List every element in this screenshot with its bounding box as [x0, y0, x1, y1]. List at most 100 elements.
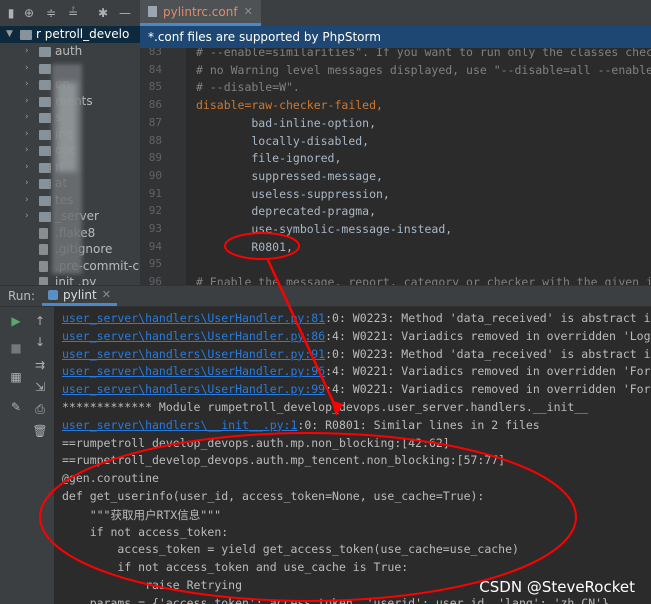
console-line: ==rumpetroll_develop_devops.auth.mp_tenc…: [62, 453, 505, 467]
console-file-link[interactable]: user_server\handlers\UserHandler.py:96: [62, 364, 325, 378]
code-line: disable=raw-checker-failed,: [196, 98, 383, 113]
console-line: user_server\handlers\UserHandler.py:99:4…: [62, 382, 651, 396]
tree-item[interactable]: › auth: [0, 43, 140, 60]
code-editor[interactable]: 83 84 85 86 87 88 89 90 91 92 93 94 95 96 # --enable=…: [140, 26, 651, 285]
line-number: 87: [148, 115, 162, 129]
chevron-right-icon[interactable]: ›: [25, 192, 29, 209]
pin-icon[interactable]: ✎: [8, 399, 24, 415]
chevron-right-icon[interactable]: ›: [25, 126, 29, 143]
console-text: raise Retrying: [62, 578, 243, 592]
console-file-link[interactable]: user_server\handlers\UserHandler.py:86: [62, 329, 325, 343]
code-line: file-ignored,: [196, 151, 342, 166]
folder-icon: [39, 113, 51, 123]
chevron-right-icon[interactable]: ›: [25, 109, 29, 126]
layout-icon[interactable]: ▦: [8, 369, 24, 385]
run-console[interactable]: user_server\handlers\UserHandler.py:81:0…: [54, 307, 651, 604]
console-text: :0: W0223: Method 'data_received' is abs…: [325, 346, 651, 361]
chevron-right-icon[interactable]: ›: [25, 175, 29, 192]
folder-icon: [39, 162, 51, 173]
chevron-right-icon[interactable]: ›: [25, 159, 29, 176]
folder-icon: [39, 195, 51, 206]
redaction-blur: [57, 82, 77, 172]
folder-icon: [39, 47, 51, 57]
tab-pylint[interactable]: pylint ✕: [42, 286, 117, 306]
close-icon[interactable]: ✕: [102, 288, 111, 301]
console-line: user_server\handlers\UserHandler.py:81:0…: [62, 311, 651, 325]
console-line: user_server\handlers\UserHandler.py:91:0…: [62, 347, 651, 361]
file-icon: [39, 244, 48, 255]
code-line: suppressed-message,: [196, 168, 383, 183]
soft-wrap-icon[interactable]: ⇉: [32, 357, 48, 373]
folder-icon: [39, 146, 51, 156]
line-number: 95: [148, 257, 162, 271]
project-tree: ▼ r petroll_develo ›auth››on›ments›s›ing…: [0, 26, 140, 285]
console-text: :0: W0223: Method 'data_received' is abs…: [325, 311, 651, 325]
console-text: :4: W0221: Variadics removed in overridd…: [325, 364, 651, 379]
line-number: 94: [148, 239, 162, 253]
tab-label: pylintrc.conf: [163, 4, 238, 19]
run-icon[interactable]: ▶: [8, 313, 24, 329]
console-line: raise Retrying: [62, 578, 242, 592]
file-icon: [39, 277, 48, 285]
collapse-all-icon[interactable]: ≟: [66, 6, 80, 20]
console-file-link[interactable]: user_server\handlers\UserHandler.py:81: [62, 311, 325, 325]
folder-icon: [39, 129, 51, 140]
console-file-link[interactable]: user_server\handlers\UserHandler.py:99: [62, 382, 325, 396]
line-number: 84: [148, 62, 162, 76]
close-icon[interactable]: ✕: [244, 5, 253, 18]
line-number: 92: [148, 204, 162, 218]
chevron-down-icon[interactable]: ▼: [6, 26, 13, 43]
line-number: 91: [148, 186, 162, 200]
line-number: 96: [148, 275, 162, 285]
code-line: # --disable=W".: [196, 80, 300, 95]
console-text: """获取用户RTX信息""": [62, 507, 222, 522]
file-type-banner: *.conf files are supported by PhpStorm: [140, 26, 651, 48]
line-number: 93: [148, 222, 162, 235]
console-text: if not access_token and use_cache is Tru…: [62, 560, 409, 575]
console-file-link[interactable]: user_server\handlers\UserHandler.py:91: [62, 347, 325, 361]
console-text: def get_userinfo(user_id, access_token=N…: [62, 489, 485, 503]
file-icon: [148, 6, 157, 17]
console-file-link[interactable]: user_server\handlers\__init__.py:1: [62, 418, 297, 432]
console-line: ************* Module rumpetroll_develop_…: [62, 400, 588, 414]
locate-icon[interactable]: ⊕: [22, 6, 36, 20]
run-tab-label: pylint: [63, 287, 97, 302]
tree-root[interactable]: ▼ r petroll_develo: [0, 26, 140, 43]
line-number: 89: [148, 151, 162, 165]
console-line: def get_userinfo(user_id, access_token=N…: [62, 489, 484, 503]
hide-icon[interactable]: —: [118, 6, 132, 20]
tab-pylintrc[interactable]: pylintrc.conf ✕: [140, 0, 261, 26]
console-line: access_token = yield get_access_token(us…: [62, 542, 519, 556]
console-line: user_server\handlers\__init__.py:1:0: R0…: [62, 418, 540, 432]
gear-icon[interactable]: ✱: [96, 6, 110, 20]
scroll-to-end-icon[interactable]: ⇲: [32, 379, 48, 395]
console-line: user_server\handlers\UserHandler.py:96:4…: [62, 364, 651, 378]
chevron-right-icon[interactable]: ›: [25, 208, 29, 225]
console-text: ==rumpetroll_develop_devops.auth.mp.non_…: [62, 435, 450, 450]
chevron-right-icon[interactable]: ›: [25, 43, 29, 60]
stop-icon[interactable]: ■: [8, 340, 24, 356]
tree-item[interactable]: init .py: [0, 274, 140, 285]
tree-root-label: r petroll_develo: [36, 27, 130, 41]
trash-icon[interactable]: 🗑: [32, 423, 48, 439]
arrow-down-icon[interactable]: ↓: [32, 334, 48, 350]
arrow-up-icon[interactable]: ↑: [32, 313, 48, 329]
code-line: # no Warning level messages displayed, u…: [196, 62, 651, 77]
console-text: access_token = yield get_access_token(us…: [62, 542, 519, 557]
folder-icon: [39, 96, 51, 107]
line-number: 90: [148, 168, 162, 182]
console-line: if not access_token and use_cache is Tru…: [62, 560, 408, 574]
line-number: 86: [148, 98, 162, 112]
expand-all-icon[interactable]: ≑: [44, 6, 58, 20]
editor-tab-bar: pylintrc.conf ✕: [140, 0, 651, 27]
code-line: deprecated-pragma,: [196, 204, 377, 219]
print-icon[interactable]: ⎙: [32, 401, 48, 417]
chevron-right-icon[interactable]: ›: [25, 60, 29, 77]
chevron-right-icon[interactable]: ›: [25, 142, 29, 159]
console-line: params = {'access_token': access_token, …: [62, 596, 609, 604]
chevron-right-icon[interactable]: ›: [25, 93, 29, 110]
chevron-right-icon[interactable]: ›: [25, 76, 29, 93]
folder-icon: [39, 179, 51, 189]
folder-icon: [39, 212, 51, 222]
project-view-icon[interactable]: ▮: [4, 6, 18, 20]
